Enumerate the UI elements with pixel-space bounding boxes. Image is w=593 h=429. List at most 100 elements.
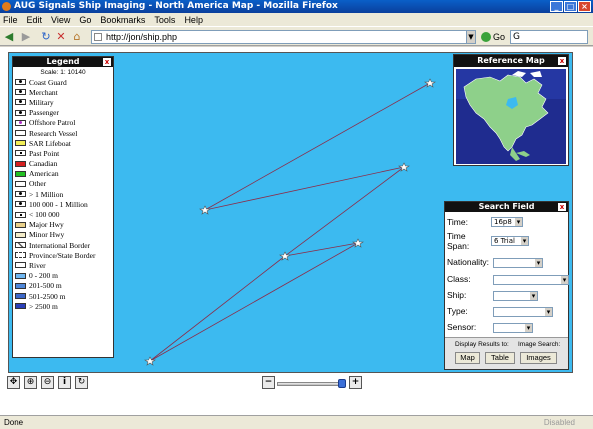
menu-bookmarks[interactable]: Bookmarks [100,15,145,25]
legend-swatch [15,201,26,208]
time-label: Time: [447,217,468,227]
zoom-in-button[interactable]: + [349,376,362,389]
pan-icon[interactable]: ✥ [7,376,20,389]
zoom-out-button[interactable]: − [262,376,275,389]
legend-label: Merchant [29,87,58,97]
legend-item: > 1 Million [13,189,113,199]
status-text: Done [4,418,24,427]
type-select[interactable] [493,307,553,317]
search-field-title: Search Field [478,202,535,211]
images-button[interactable]: Images [520,352,557,364]
ship-position-marker[interactable] [424,78,436,88]
legend-item: SAR Lifeboat [13,138,113,148]
track-segment [204,166,405,211]
legend-header: Legend x [13,57,113,67]
legend-label: 0 - 200 m [29,271,58,281]
menu-view[interactable]: View [51,15,70,25]
map-scale: Scale: 1: 10140 [40,69,86,76]
url-dropdown-button[interactable]: ▼ [466,30,476,44]
track-segment [149,255,286,362]
legend-item: Research Vessel [13,128,113,138]
legend-swatch [15,282,26,289]
legend-item: < 100 000 [13,209,113,219]
go-button[interactable]: Go [481,30,505,44]
legend-swatch [15,242,26,249]
zoom-in-tool-icon[interactable]: ⊕ [24,376,37,389]
legend-swatch [15,150,26,157]
legend-swatch [15,160,26,167]
legend-item: Minor Hwy [13,230,113,240]
url-bar[interactable]: http://jon/ship.php [91,30,476,44]
legend-swatch [15,211,26,218]
zoom-out-tool-icon[interactable]: ⊖ [41,376,54,389]
time-span-label: Time Span: [447,231,470,251]
display-results-label: Display Results to: [455,341,509,348]
class-select[interactable] [493,275,569,285]
close-window-button[interactable]: × [578,1,591,12]
search-input[interactable]: G [510,30,588,44]
menu-go[interactable]: Go [79,15,91,25]
legend-label: > 2500 m [29,301,58,311]
go-icon [481,32,491,42]
legend-label: > 1 Million [29,189,64,199]
legend-item: Canadian [13,159,113,169]
image-search-label: Image Search: [518,341,561,348]
stop-icon[interactable]: ✕ [55,31,67,43]
legend-item: Major Hwy [13,220,113,230]
zoom-slider-thumb[interactable] [338,379,346,388]
reload-icon[interactable]: ↻ [40,31,52,43]
time-select[interactable]: 16p8 [491,217,523,227]
ship-position-marker[interactable] [199,205,211,215]
info-icon[interactable]: i [58,376,71,389]
ship-position-marker[interactable] [352,238,364,248]
window-title-bar: AUG Signals Ship Imaging - North America… [0,0,593,13]
ship-select[interactable] [493,291,538,301]
map-view[interactable]: Legend x Scale: 1: 10140 Coast Guard Merc… [8,52,573,373]
legend-close-button[interactable]: x [103,58,111,66]
legend-item: Past Point [13,148,113,158]
legend-label: Other [29,179,47,189]
map-button[interactable]: Map [455,352,480,364]
legend-item: Passenger [13,108,113,118]
time-span-select[interactable]: 6 Trial [491,236,529,246]
table-button[interactable]: Table [485,352,515,364]
reference-map-close-button[interactable]: x [558,57,566,65]
legend-item: River [13,260,113,270]
sensor-select[interactable] [493,323,533,333]
legend-item: > 2500 m [13,301,113,311]
legend-label: River [29,260,46,270]
legend-item: Military [13,97,113,107]
track-segment [284,166,405,257]
legend-label: 501-2500 m [29,291,66,301]
menu-help[interactable]: Help [184,15,203,25]
go-label: Go [493,32,506,42]
search-field-panel: Search Field x Time: 16p8 Time Span: 6 T… [444,201,569,370]
legend-swatch [15,303,26,310]
back-icon[interactable]: ◀ [3,31,15,43]
legend-swatch [15,140,26,147]
menu-file[interactable]: File [3,15,18,25]
maximize-button[interactable]: □ [564,1,577,12]
legend-label: SAR Lifeboat [29,138,71,148]
legend-swatch [15,89,26,96]
nationality-select[interactable] [493,258,543,268]
legend-swatch [15,170,26,177]
nationality-label: Nationality: [447,257,490,267]
legend-swatch [15,99,26,106]
refresh-map-icon[interactable]: ↻ [75,376,88,389]
home-icon[interactable]: ⌂ [71,31,83,43]
reference-map-view[interactable] [456,69,566,164]
zoom-slider[interactable] [277,382,346,386]
legend-item: 201-500 m [13,281,113,291]
menu-edit[interactable]: Edit [27,15,43,25]
legend-swatch [15,79,26,86]
menu-tools[interactable]: Tools [154,15,175,25]
legend-swatch [15,180,26,187]
page-content: Legend x Scale: 1: 10140 Coast Guard Merc… [0,47,593,415]
legend-label: Major Hwy [29,220,64,230]
search-field-close-button[interactable]: x [558,203,566,211]
firefox-icon [2,2,11,11]
forward-icon[interactable]: ▶ [20,31,32,43]
minimize-button[interactable]: _ [550,1,563,12]
legend-swatch [15,221,26,228]
